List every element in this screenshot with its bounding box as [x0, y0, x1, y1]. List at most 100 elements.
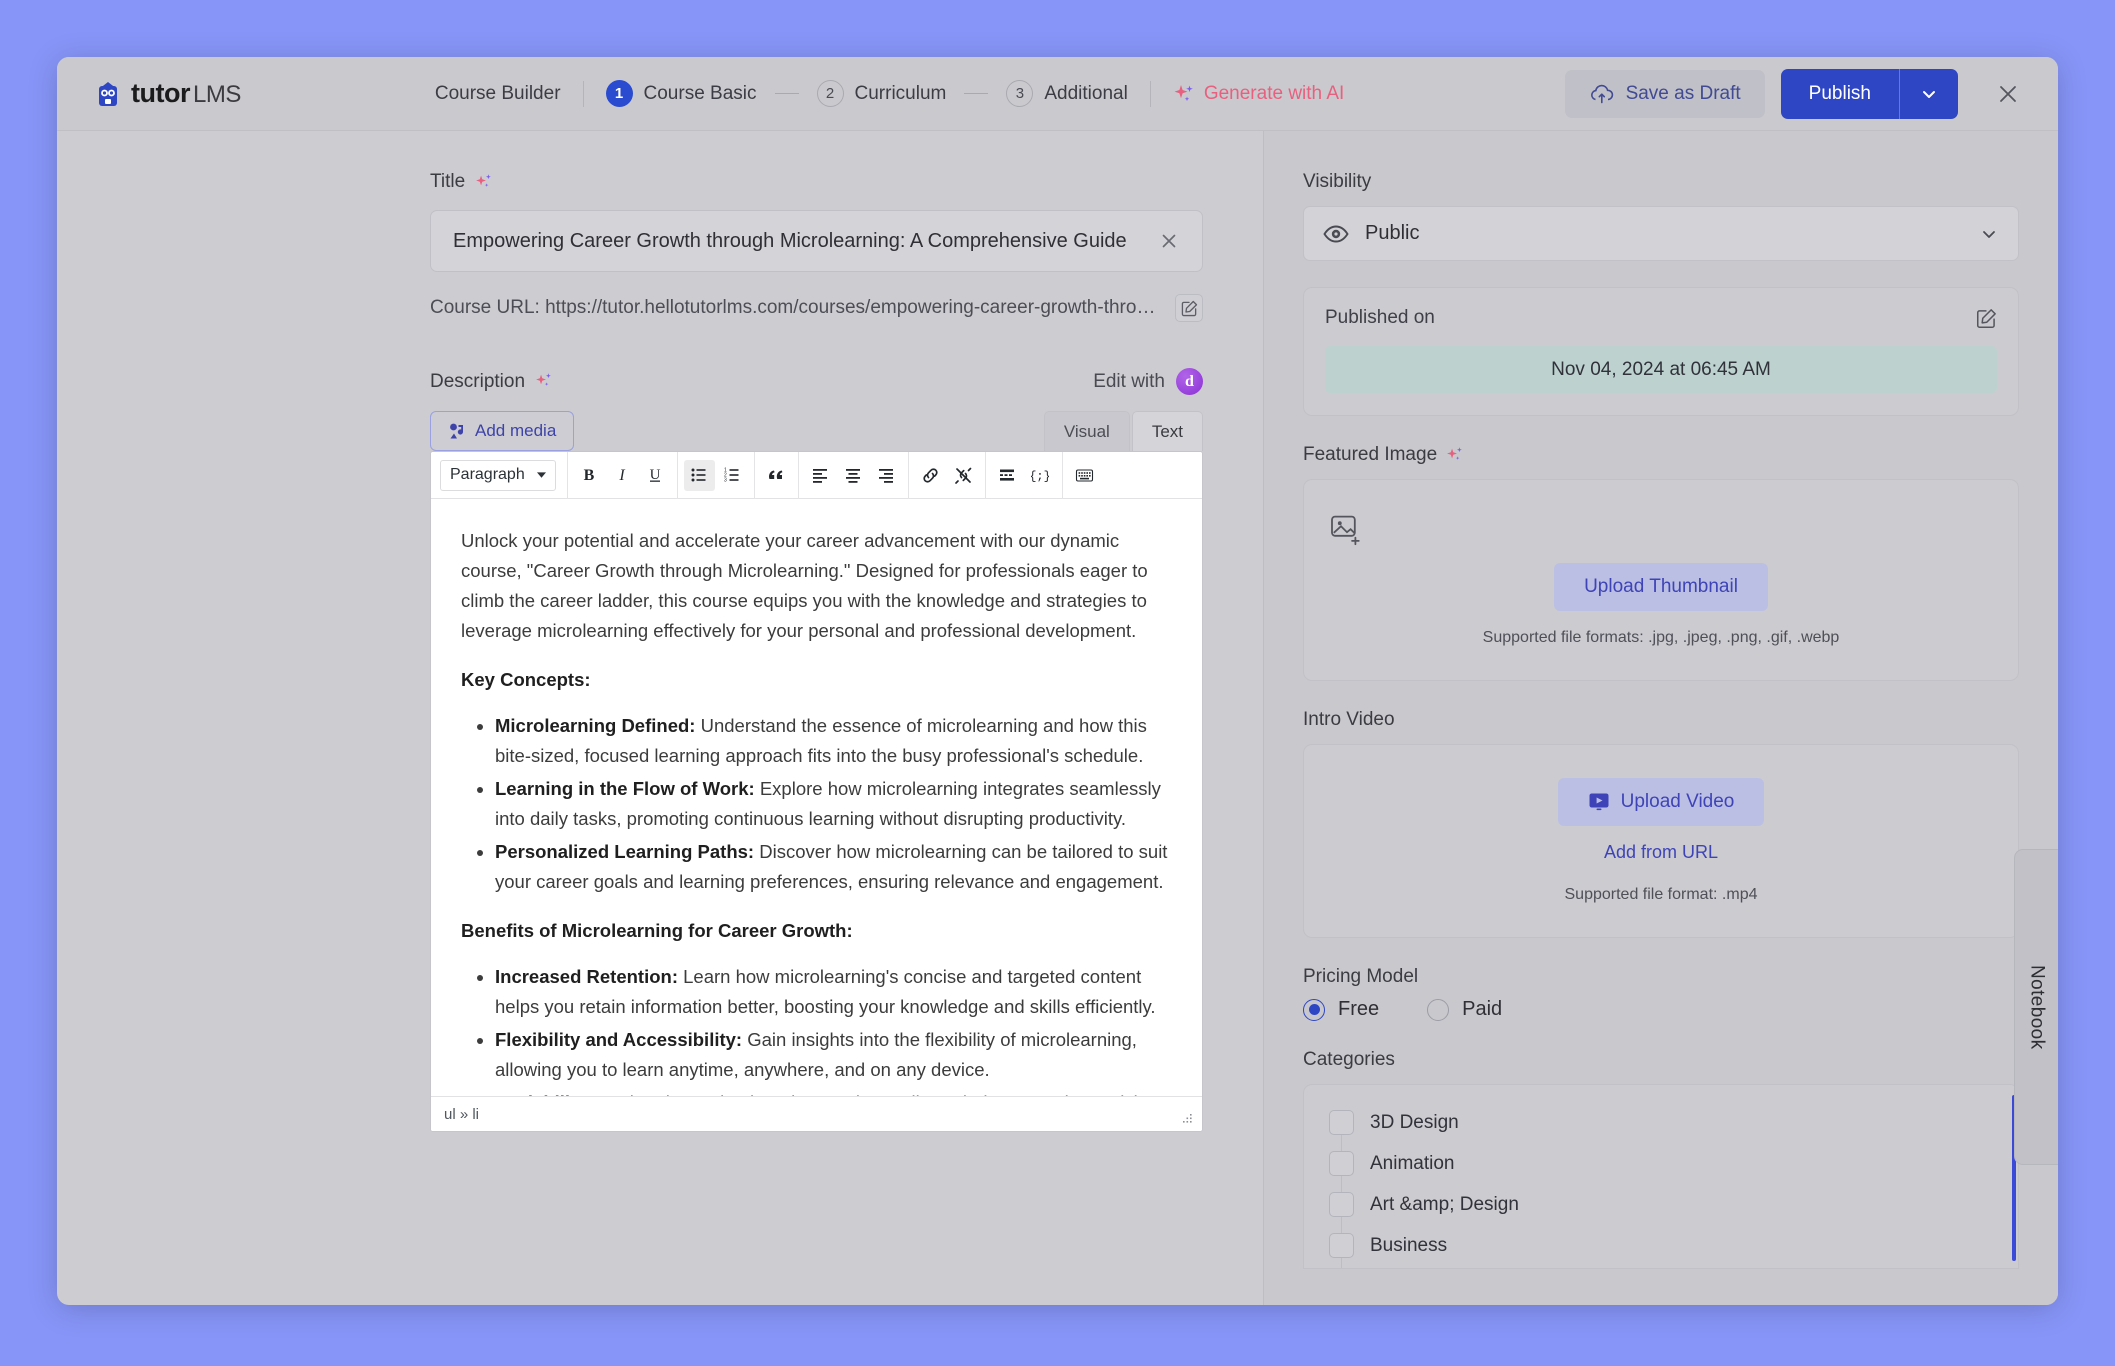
step-curriculum[interactable]: 2 Curriculum	[816, 80, 946, 107]
chevron-down-icon	[1979, 224, 1999, 244]
course-title-value: Empowering Career Growth through Microle…	[453, 229, 1127, 252]
read-more-button[interactable]	[992, 460, 1023, 491]
align-right-button[interactable]	[871, 460, 902, 491]
blockquote-button[interactable]	[761, 460, 792, 491]
save-as-draft-label: Save as Draft	[1625, 82, 1741, 104]
cloud-upload-icon	[1589, 84, 1615, 104]
header-actions: Save as Draft Publish	[1564, 68, 2026, 119]
category-checkbox[interactable]	[1329, 1192, 1354, 1218]
toolbar-separator	[753, 452, 755, 499]
list-item-term: Increased Retention:	[495, 965, 678, 987]
publish-button-group[interactable]: Publish	[1780, 68, 1958, 119]
categories-label: Categories	[1303, 1049, 1395, 1071]
remove-link-button[interactable]	[948, 460, 979, 491]
category-checkbox[interactable]	[1329, 1151, 1354, 1177]
list-item: Learning in the Flow of Work: Explore ho…	[495, 774, 1172, 834]
pencil-square-icon	[1976, 308, 1997, 329]
pencil-square-icon	[1181, 300, 1198, 317]
notebook-label: Notebook	[2026, 964, 2048, 1050]
svg-text:B: B	[584, 467, 595, 484]
keyboard-shortcuts-button[interactable]	[1069, 460, 1100, 491]
svg-text:{;}: {;}	[1031, 470, 1049, 484]
pricing-option-paid-label: Paid	[1462, 998, 1503, 1021]
published-date-value[interactable]: Nov 04, 2024 at 06:45 AM	[1325, 346, 1997, 393]
edit-published-date-button[interactable]	[1976, 308, 1997, 329]
notebook-tab[interactable]: Notebook	[2014, 849, 2058, 1165]
align-left-button[interactable]	[805, 460, 836, 491]
bold-button[interactable]: B	[574, 460, 605, 491]
sparkle-icon[interactable]	[535, 372, 554, 391]
course-url-row: Course URL: https://tutor.hellotutorlms.…	[430, 294, 1203, 322]
category-item-3d-design[interactable]: 3D Design	[1304, 1102, 2018, 1143]
upload-video-label: Upload Video	[1620, 791, 1735, 813]
published-on-label: Published on	[1325, 307, 1435, 328]
sparkle-icon[interactable]	[1446, 446, 1465, 465]
source-code-button[interactable]: {;}	[1025, 460, 1056, 491]
nav-divider-2	[1149, 80, 1151, 107]
list-item: Microlearning Defined: Understand the es…	[495, 711, 1172, 771]
list-item: Personalized Learning Paths: Discover ho…	[495, 837, 1172, 897]
category-item-finance[interactable]: Finance	[1304, 1266, 2018, 1268]
visibility-select[interactable]: Public	[1303, 206, 2019, 261]
category-item-art-design[interactable]: Art &amp; Design	[1304, 1184, 2018, 1225]
list-item-term: Microlearning Defined:	[495, 714, 696, 736]
list-item-term: Flexibility and Accessibility:	[495, 1028, 743, 1050]
upload-thumbnail-button[interactable]: Upload Thumbnail	[1554, 563, 1768, 611]
tab-text[interactable]: Text	[1131, 411, 1203, 451]
nav-divider	[582, 80, 584, 107]
step-course-basic[interactable]: 1 Course Basic	[605, 80, 757, 107]
toolbar-separator	[797, 452, 799, 499]
list-item-term: Personalized Learning Paths:	[495, 841, 755, 863]
tab-visual[interactable]: Visual	[1043, 411, 1130, 451]
editor-resize-handle[interactable]	[1180, 1112, 1194, 1126]
publish-dropdown-toggle[interactable]	[1900, 69, 1958, 119]
published-on-header: Published on	[1325, 307, 1997, 329]
numbered-list-button[interactable]: 1 2 3	[717, 460, 748, 491]
editor-content-area[interactable]: Unlock your potential and accelerate you…	[431, 499, 1202, 1096]
close-button[interactable]	[1990, 76, 2026, 112]
upload-thumbnail-label: Upload Thumbnail	[1584, 576, 1738, 597]
italic-button[interactable]: I	[607, 460, 638, 491]
step-1-label: Course Basic	[643, 82, 757, 104]
intro-video-label: Intro Video	[1303, 709, 1395, 731]
upload-video-button[interactable]: Upload Video	[1557, 778, 1765, 827]
save-as-draft-button[interactable]: Save as Draft	[1564, 69, 1765, 118]
pricing-option-free-label: Free	[1338, 998, 1380, 1021]
edit-with-label: Edit with	[1093, 370, 1165, 392]
generate-with-ai-button[interactable]: Generate with AI	[1173, 83, 1344, 105]
toolbar-separator	[984, 452, 986, 499]
paragraph-format-select[interactable]: Paragraph	[440, 459, 556, 491]
heading-benefits: Benefits of Microlearning for Career Gro…	[461, 919, 853, 941]
insert-link-button[interactable]	[915, 460, 946, 491]
modal-body: Title Empowering Career Growth through M…	[57, 131, 2058, 1305]
step-connector-2	[964, 93, 989, 94]
clear-title-button[interactable]	[1158, 230, 1180, 252]
toolbar-separator	[676, 452, 678, 499]
add-from-url-link[interactable]: Add from URL	[1329, 842, 1993, 863]
category-checkbox[interactable]	[1329, 1110, 1354, 1136]
bulleted-list-button[interactable]	[683, 459, 715, 491]
intro-video-dropzone[interactable]: Upload Video Add from URL Supported file…	[1303, 744, 2019, 939]
align-center-button[interactable]	[838, 460, 869, 491]
underline-button[interactable]: U	[640, 460, 671, 491]
featured-image-dropzone[interactable]: Upload Thumbnail Supported file formats:…	[1303, 479, 2019, 682]
course-title-input[interactable]: Empowering Career Growth through Microle…	[430, 210, 1203, 272]
description-field-label: Description	[430, 371, 554, 393]
brand-name: tutor LMS	[131, 78, 241, 108]
edit-permalink-button[interactable]	[1175, 294, 1203, 322]
step-additional[interactable]: 3 Additional	[1006, 80, 1128, 107]
category-checkbox[interactable]	[1329, 1233, 1354, 1259]
category-item-business[interactable]: Business	[1304, 1225, 2018, 1266]
list-item-term: Learning in the Flow of Work:	[495, 777, 755, 799]
toolbar-separator	[907, 452, 909, 499]
sparkle-icon[interactable]	[475, 173, 494, 192]
radio-paid-indicator	[1427, 998, 1450, 1021]
divi-icon: d	[1176, 368, 1203, 395]
thumbnail-format-hint: Supported file formats: .jpg, .jpeg, .pn…	[1482, 629, 1840, 646]
add-media-button[interactable]: Add media	[430, 411, 575, 451]
pricing-option-paid[interactable]: Paid	[1427, 998, 1502, 1021]
category-item-animation[interactable]: Animation	[1304, 1143, 2018, 1184]
edit-with-divi-button[interactable]: Edit with d	[1093, 368, 1203, 395]
category-label: Art &amp; Design	[1370, 1193, 1519, 1215]
pricing-option-free[interactable]: Free	[1303, 998, 1379, 1021]
